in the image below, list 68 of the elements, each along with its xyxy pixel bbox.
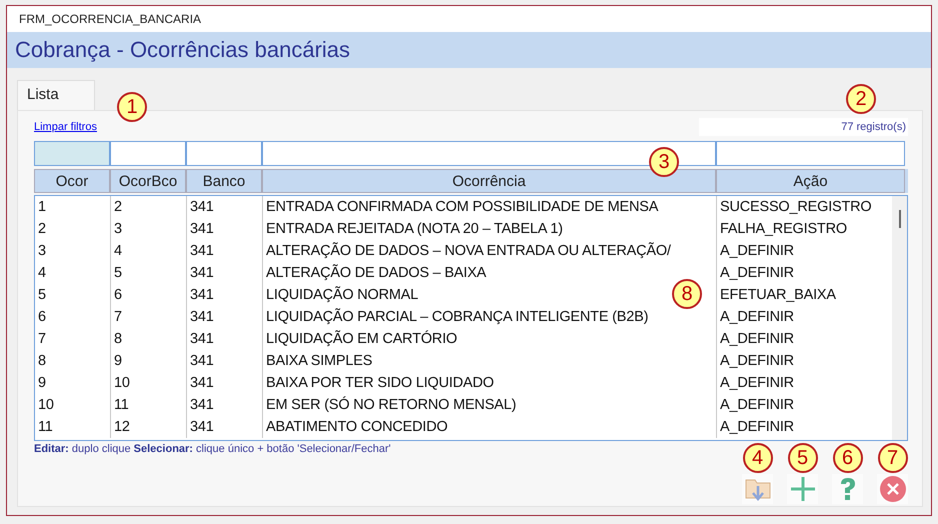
callout-marker: 4 [742, 443, 772, 473]
column-header[interactable]: OcorBco [110, 169, 186, 193]
filter-field[interactable] [716, 141, 905, 166]
table-cell: 4 [111, 240, 187, 262]
table-cell: 11 [35, 416, 111, 438]
table-cell: ABATIMENTO CONCEDIDO [263, 416, 717, 438]
table-cell: 8 [35, 350, 111, 372]
table-cell: 7 [35, 328, 111, 350]
table-cell: 5 [35, 284, 111, 306]
plus-icon [788, 475, 816, 503]
table-cell: 4 [35, 262, 111, 284]
table-cell: 6 [35, 306, 111, 328]
table-cell: 3 [111, 218, 187, 240]
column-header[interactable]: Banco [186, 169, 262, 193]
column-header[interactable]: Ocorrência [262, 169, 716, 193]
usage-hint: Editar: duplo clique Selecionar: clique único + botão 'Selecionar/Fechar' [34, 443, 391, 455]
filter-field[interactable] [110, 141, 186, 166]
table-cell: BAIXA POR TER SIDO LIQUIDADO [263, 372, 717, 394]
scroll-thumb[interactable] [898, 210, 900, 228]
table-cell: 7 [111, 306, 187, 328]
help-button[interactable] [832, 474, 863, 504]
table-cell: 341 [187, 284, 263, 306]
table-cell: 8 [111, 328, 187, 350]
export-button[interactable] [742, 474, 773, 504]
close-icon [878, 475, 906, 503]
table-cell: 2 [35, 218, 111, 240]
table-cell: 341 [187, 262, 263, 284]
callout-marker: 7 [878, 443, 908, 473]
table-cell: 341 [187, 196, 263, 218]
table-cell: ALTERAÇÃO DE DADOS – NOVA ENTRADA OU ALTERAÇÃO/ [263, 240, 717, 262]
filter-field[interactable] [186, 141, 262, 166]
window-title: FRM_OCORRENCIA_BANCARIA [19, 12, 202, 26]
table-cell: 10 [111, 372, 187, 394]
close-button[interactable] [877, 474, 908, 504]
table-cell: 341 [187, 394, 263, 416]
column-header[interactable]: Ação [716, 169, 905, 193]
add-button[interactable] [787, 474, 818, 504]
table-cell: 341 [187, 218, 263, 240]
table-cell: ENTRADA REJEITADA (NOTA 20 – TABELA 1) [263, 218, 717, 240]
table-cell: 341 [187, 372, 263, 394]
table-cell: 1 [35, 196, 111, 218]
table-cell: ENTRADA CONFIRMADA COM POSSIBILIDADE DE MENSA [263, 196, 717, 218]
record-count: 77 registro(s) [699, 118, 908, 136]
filter-field[interactable] [34, 141, 110, 166]
table-cell: EM SER (SÓ NO RETORNO MENSAL) [263, 394, 717, 416]
table-cell: 341 [187, 240, 263, 262]
table-cell: 341 [187, 350, 263, 372]
table-cell: 12 [111, 416, 187, 438]
tab[interactable]: Lista [17, 80, 95, 110]
callout-marker: 6 [832, 443, 862, 473]
table-cell: 9 [111, 350, 187, 372]
table-cell: 10 [35, 394, 111, 416]
table-cell: 11 [111, 394, 187, 416]
callout-marker: 5 [788, 443, 818, 473]
table-cell: LIQUIDAÇÃO EM CARTÓRIO [263, 328, 717, 350]
clear-filters-link[interactable]: Limpar filtros [34, 121, 97, 133]
table-cell: 6 [111, 284, 187, 306]
form-title: Cobrança - Ocorrências bancárias [15, 37, 350, 63]
table-cell: 341 [187, 328, 263, 350]
table-cell: 341 [187, 306, 263, 328]
scrollbar[interactable] [892, 196, 907, 440]
table-cell: 5 [111, 262, 187, 284]
table-cell: BAIXA SIMPLES [263, 350, 717, 372]
table-cell: 2 [111, 196, 187, 218]
table-cell: 9 [35, 372, 111, 394]
table-cell: 341 [187, 416, 263, 438]
table-cell: 3 [35, 240, 111, 262]
column-header[interactable]: Ocor [34, 169, 110, 193]
